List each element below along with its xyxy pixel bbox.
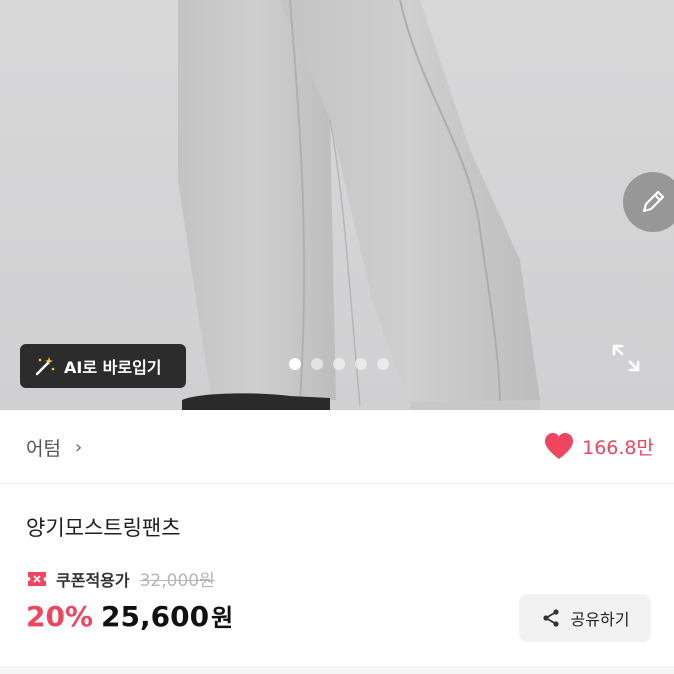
product-image-carousel[interactable]: AI로 바로입기	[0, 0, 674, 410]
coupon-price-row: 쿠폰적용가 32,000원	[26, 566, 215, 591]
fullscreen-button[interactable]	[610, 342, 642, 374]
original-price: 32,000원	[139, 571, 215, 591]
carousel-dot[interactable]	[333, 358, 345, 370]
brand-link[interactable]: 어텀 ›	[26, 434, 82, 461]
currency-unit: 원	[211, 604, 234, 632]
share-label: 공유하기	[570, 610, 630, 629]
carousel-dot[interactable]	[377, 358, 389, 370]
brand-name: 어텀	[26, 438, 61, 460]
ai-try-on-button[interactable]: AI로 바로입기	[20, 344, 186, 388]
heart-icon	[545, 433, 574, 459]
product-title: 양기모스트링팬츠	[26, 516, 181, 540]
pencil-icon	[642, 190, 665, 213]
expand-icon	[612, 344, 640, 372]
coupon-icon	[28, 571, 46, 586]
carousel-dot[interactable]	[355, 358, 367, 370]
discount-rate: 20%	[26, 600, 94, 633]
share-button[interactable]: 공유하기	[519, 594, 651, 642]
section-divider	[0, 666, 674, 674]
coupon-label: 쿠폰적용가	[56, 570, 130, 590]
like-count: 166.8만	[582, 436, 654, 459]
carousel-indicator	[289, 358, 389, 370]
carousel-dot[interactable]	[311, 358, 323, 370]
like-button[interactable]: 166.8만	[544, 432, 654, 460]
edit-button[interactable]	[623, 172, 674, 232]
chevron-right-icon: ›	[74, 437, 83, 458]
sale-price: 25,600	[101, 600, 210, 633]
ai-try-on-label: AI로 바로입기	[64, 358, 162, 377]
magic-wand-icon	[35, 357, 55, 376]
price-row: 20% 25,600 원	[26, 598, 233, 633]
share-icon	[542, 609, 559, 627]
brand-row: 어텀 › 166.8만	[0, 410, 674, 484]
carousel-dot-active[interactable]	[289, 358, 301, 370]
